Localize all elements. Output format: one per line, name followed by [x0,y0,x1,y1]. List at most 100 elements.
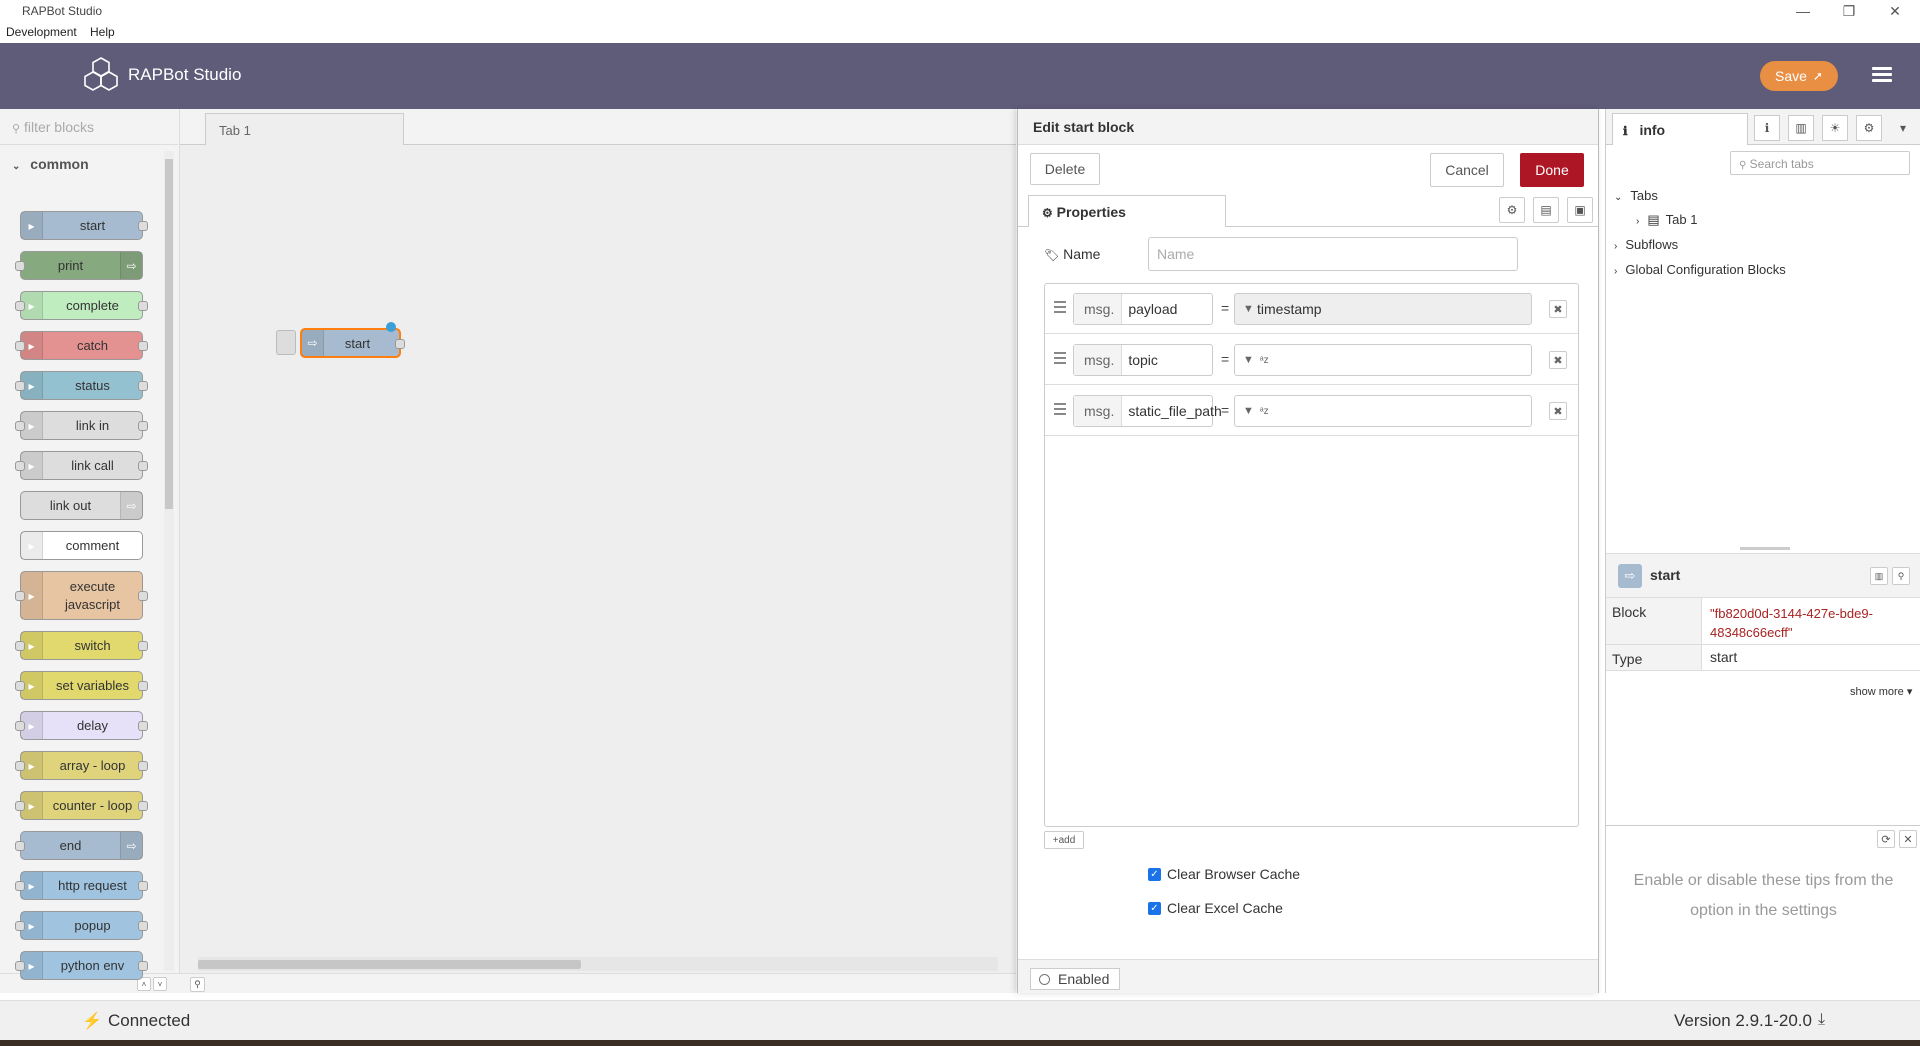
scroll-thumb[interactable] [165,159,173,509]
type-dropdown-icon[interactable]: ▼ ᵃz [1235,345,1279,375]
category-label: common [30,156,89,172]
tree-item-tabs[interactable]: ⌄ Tabs [1614,188,1658,203]
remove-rule-button[interactable]: ✖ [1549,351,1567,369]
input-port [15,420,25,431]
value-input[interactable]: ▼ ᵃz [1234,395,1532,427]
maximize-button[interactable]: ❐ [1826,0,1872,22]
palette-node-array-loop[interactable]: ▸ array - loop [15,751,148,780]
expand-all-button[interactable]: ˅ [153,977,167,991]
close-icon[interactable]: ✕ [1899,830,1917,848]
download-icon[interactable]: ⤓ [1818,1011,1825,1029]
show-more-link[interactable]: show more ▾ [1850,685,1912,698]
tab-info[interactable]: ℹ info [1612,113,1748,145]
search-tabs-input[interactable]: ⚲ Search tabs [1730,151,1910,175]
palette-node-popup[interactable]: ▸ popup [15,911,148,940]
node-label: http request [58,877,127,893]
cancel-button[interactable]: Cancel [1430,153,1504,187]
checkbox-checked-icon[interactable]: ✓ [1148,901,1161,915]
save-button[interactable]: Save ➚ [1760,61,1838,91]
workspace[interactable]: Tab 1 ⇨ start ⚲ [180,109,1016,993]
menu-icon-bar [1872,73,1892,76]
menu-development[interactable]: Development [6,25,77,39]
equals-sign: = [1221,300,1230,316]
splitter-handle[interactable] [1740,547,1790,550]
category-common-header[interactable]: ⌄ common [0,149,170,179]
tab-1[interactable]: Tab 1 [205,113,404,145]
gear-icon[interactable]: ⚙ [1856,115,1882,141]
palette-node-print[interactable]: ⇨ print [15,251,143,280]
remove-rule-button[interactable]: ✖ [1549,402,1567,420]
property-input[interactable]: msg. payload [1073,293,1213,325]
palette-node-counter-loop[interactable]: ▸ counter - loop [15,791,148,820]
tree-item-tab1[interactable]: › ▤ Tab 1 [1636,212,1697,228]
main-menu-button[interactable] [1870,64,1894,88]
node-label: catch [76,337,109,353]
search-placeholder: Search tabs [1749,157,1814,171]
workspace-h-scrollbar[interactable] [198,957,998,971]
palette-scrollbar[interactable] [164,151,174,971]
palette-node-link-out[interactable]: ⇨ link out [20,491,143,520]
palette-node-execute-javascript[interactable]: ▸ execute javascript [15,571,148,620]
palette-node-catch[interactable]: ▸ catch [15,331,148,360]
canvas-node-start[interactable]: ⇨ start [300,328,405,358]
chevron-down-icon[interactable]: ▾ [1890,115,1916,141]
palette-node-status[interactable]: ▸ status [15,371,148,400]
palette-node-start[interactable]: ▸ start [20,211,148,240]
palette-node-link-call[interactable]: ▸ link call [15,451,148,480]
search-icon[interactable]: ⚲ [190,977,205,992]
book-icon[interactable]: ▥ [1788,115,1814,141]
book-icon[interactable]: ▥ [1870,567,1888,585]
search-icon[interactable]: ⚲ [1892,567,1910,585]
palette-node-comment[interactable]: ▸ comment [20,531,143,560]
description-icon[interactable]: ▤ [1533,197,1559,223]
property-input[interactable]: msg. static_file_path [1073,395,1222,427]
node-type-icon: ⇨ [120,492,142,519]
appearance-icon[interactable]: ▣ [1567,197,1593,223]
menu-help[interactable]: Help [90,25,115,39]
add-rule-button[interactable]: + add [1044,831,1084,849]
tray-footer: Enabled [1018,959,1598,993]
palette-node-complete[interactable]: ▸ complete [15,291,148,320]
palette-node-link-in[interactable]: ▸ link in [15,411,148,440]
remove-rule-button[interactable]: ✖ [1549,300,1567,318]
name-input[interactable]: Name [1148,237,1518,271]
tab-properties[interactable]: ⚙ Properties [1028,195,1226,227]
palette-node-switch[interactable]: ▸ switch [15,631,148,660]
tree-item-subflows[interactable]: › Subflows [1614,237,1678,252]
info-icon[interactable]: ℹ [1754,115,1780,141]
value-input[interactable]: ▼ timestamp [1234,293,1532,325]
minimize-button[interactable]: — [1780,0,1826,22]
property-input[interactable]: msg. topic [1073,344,1213,376]
type-dropdown-icon[interactable]: ▼ ᵃz [1235,396,1279,426]
palette-node-set-variables[interactable]: ▸ set variables [15,671,148,700]
palette-filter-input[interactable]: ⚲ filter blocks [0,109,178,145]
gear-icon[interactable]: ⚙ [1499,197,1525,223]
output-port[interactable] [395,339,405,349]
drag-handle-icon[interactable] [1054,352,1066,367]
close-button[interactable]: ✕ [1872,0,1918,22]
output-port [138,420,148,431]
arrow-right-icon: ⇨ [1618,564,1642,588]
clear-excel-cache-checkbox[interactable]: ✓ Clear Excel Cache [1148,900,1283,916]
palette-node-end[interactable]: ⇨ end [15,831,143,860]
node-inject-button[interactable] [276,330,296,355]
palette-node-delay[interactable]: ▸ delay [15,711,148,740]
drag-handle-icon[interactable] [1054,403,1066,418]
refresh-icon[interactable]: ⟳ [1877,830,1895,848]
delete-button[interactable]: Delete [1030,153,1100,185]
filter-placeholder: filter blocks [23,119,94,135]
scroll-thumb[interactable] [198,960,581,969]
palette-node-http-request[interactable]: ▸ http request [15,871,148,900]
tray-title: Edit start block [1018,109,1598,145]
palette-node-python-env[interactable]: ▸ python env [15,951,148,980]
checkbox-label: Clear Browser Cache [1167,866,1301,882]
drag-handle-icon[interactable] [1054,301,1066,316]
bug-icon[interactable]: ☀ [1822,115,1848,141]
checkbox-checked-icon[interactable]: ✓ [1148,867,1161,881]
row-value[interactable]: "fb820d0d-3144-427e-bde9-48348c66ecff" [1710,604,1913,642]
done-button[interactable]: Done [1520,153,1584,187]
clear-browser-cache-checkbox[interactable]: ✓ Clear Browser Cache [1148,866,1300,882]
tree-item-global-config[interactable]: › Global Configuration Blocks [1614,262,1786,277]
enabled-toggle[interactable]: Enabled [1030,968,1120,990]
value-input[interactable]: ▼ ᵃz [1234,344,1532,376]
